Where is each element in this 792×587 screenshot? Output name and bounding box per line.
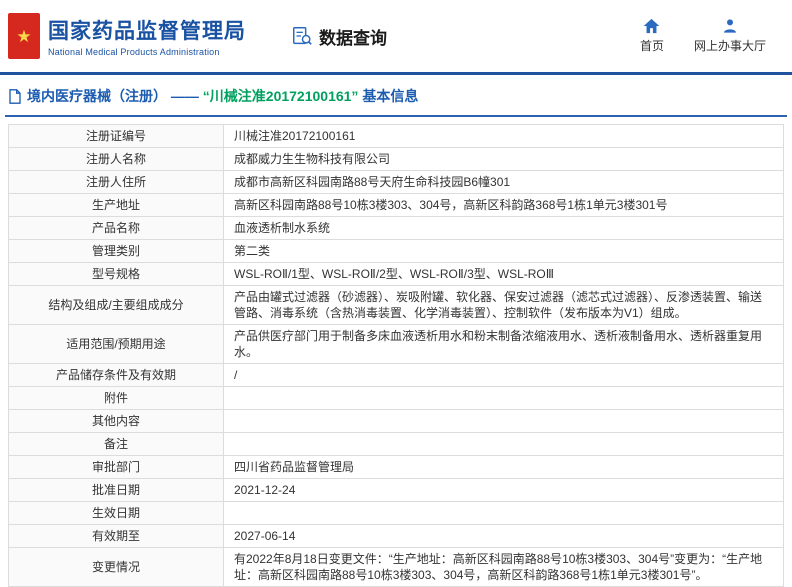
field-value: / [224,364,784,387]
page-title: 境内医疗器械（注册） —— “川械注准20172100161” 基本信息 [27,86,418,106]
field-value: 成都威力生生物科技有限公司 [224,148,784,171]
org-name-en: National Medical Products Administration [48,47,246,57]
nav-item-home[interactable]: 首页 [640,18,664,54]
person-icon [722,18,738,34]
nav-item-service-hall[interactable]: 网上办事大厅 [694,18,766,54]
field-label: 注册人住所 [9,171,224,194]
table-row: 审批部门 四川省药品监督管理局 [9,456,784,479]
table-row: 变更情况 有2022年8月18日变更文件：“生产地址：高新区科园南路88号10栋… [9,548,784,587]
nav-home-label: 首页 [640,37,664,54]
field-value: 川械注准20172100161 [224,125,784,148]
table-row: 结构及组成/主要组成成分 产品由罐式过滤器（砂滤器）、炭吸附罐、软化器、保安过滤… [9,286,784,325]
field-value: 产品供医疗部门用于制备多床血液透析用水和粉末制备浓缩液用水、透析液制备用水、透析… [224,325,784,364]
page-header: ★ 国家药品监督管理局 National Medical Products Ad… [0,0,792,75]
field-label: 适用范围/预期用途 [9,325,224,364]
home-icon [643,18,660,34]
document-icon [8,89,22,104]
field-value [224,502,784,525]
field-label: 批准日期 [9,479,224,502]
field-label: 其他内容 [9,410,224,433]
field-label: 型号规格 [9,263,224,286]
table-row: 有效期至 2027-06-14 [9,525,784,548]
field-value: 血液透析制水系统 [224,217,784,240]
table-row: 管理类别 第二类 [9,240,784,263]
data-query-label: 数据查询 [319,24,387,49]
field-label: 附件 [9,387,224,410]
table-row: 型号规格 WSL-ROⅡ/1型、WSL-ROⅡ/2型、WSL-ROⅡ/3型、WS… [9,263,784,286]
table-row: 生产地址 高新区科园南路88号10栋3楼303、304号，高新区科韵路368号1… [9,194,784,217]
page-title-suffix: 基本信息 [358,88,418,104]
field-label: 生效日期 [9,502,224,525]
field-value: 高新区科园南路88号10栋3楼303、304号，高新区科韵路368号1栋1单元3… [224,194,784,217]
org-title-block: 国家药品监督管理局 National Medical Products Admi… [48,15,246,57]
field-label: 审批部门 [9,456,224,479]
table-row: 注册证编号 川械注准20172100161 [9,125,784,148]
field-value: 第二类 [224,240,784,263]
field-label: 产品储存条件及有效期 [9,364,224,387]
table-row: 备注 [9,433,784,456]
field-label: 备注 [9,433,224,456]
table-row: 批准日期 2021-12-24 [9,479,784,502]
field-value [224,433,784,456]
field-label: 结构及组成/主要组成成分 [9,286,224,325]
emblem-star-icon: ★ [16,28,31,45]
registration-info-table: 注册证编号 川械注准20172100161 注册人名称 成都威力生生物科技有限公… [8,124,784,587]
field-value [224,387,784,410]
top-nav: 首页 网上办事大厅 [640,18,766,54]
data-query-section[interactable]: 数据查询 [291,24,387,49]
field-label: 注册人名称 [9,148,224,171]
field-label: 管理类别 [9,240,224,263]
page-title-cert-number: “川械注准20172100161” [203,88,359,104]
table-row: 附件 [9,387,784,410]
field-value: 有2022年8月18日变更文件：“生产地址：高新区科园南路88号10栋3楼303… [224,548,784,587]
page-title-bar: 境内医疗器械（注册） —— “川械注准20172100161” 基本信息 [0,75,792,115]
table-row: 产品名称 血液透析制水系统 [9,217,784,240]
field-label: 生产地址 [9,194,224,217]
table-row: 其他内容 [9,410,784,433]
field-value: 2027-06-14 [224,525,784,548]
field-value [224,410,784,433]
field-value: 2021-12-24 [224,479,784,502]
field-label: 变更情况 [9,548,224,587]
table-row: 生效日期 [9,502,784,525]
field-label: 产品名称 [9,217,224,240]
data-query-icon [291,25,313,47]
field-label: 有效期至 [9,525,224,548]
title-divider [5,115,787,117]
field-value: 四川省药品监督管理局 [224,456,784,479]
org-name: 国家药品监督管理局 [48,15,246,45]
table-row: 注册人名称 成都威力生生物科技有限公司 [9,148,784,171]
table-row: 适用范围/预期用途 产品供医疗部门用于制备多床血液透析用水和粉末制备浓缩液用水、… [9,325,784,364]
field-value: WSL-ROⅡ/1型、WSL-ROⅡ/2型、WSL-ROⅡ/3型、WSL-ROⅢ [224,263,784,286]
table-row: 产品储存条件及有效期 / [9,364,784,387]
field-value: 成都市高新区科园南路88号天府生命科技园B6幢301 [224,171,784,194]
table-row: 注册人住所 成都市高新区科园南路88号天府生命科技园B6幢301 [9,171,784,194]
nmpa-emblem-logo: ★ [8,13,40,59]
field-value: 产品由罐式过滤器（砂滤器）、炭吸附罐、软化器、保安过滤器（滤芯式过滤器）、反渗透… [224,286,784,325]
page-title-prefix: 境内医疗器械（注册） —— [27,88,203,104]
nav-service-hall-label: 网上办事大厅 [694,37,766,54]
field-label: 注册证编号 [9,125,224,148]
